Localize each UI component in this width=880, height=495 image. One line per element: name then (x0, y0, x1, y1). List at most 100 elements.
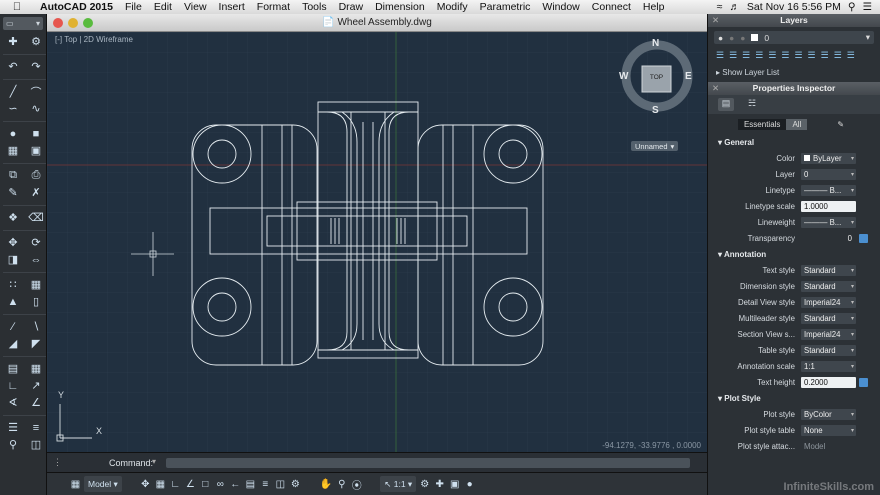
command-line-grip-icon[interactable]: ⋮ (53, 457, 62, 468)
pan-icon[interactable]: ✋ (319, 476, 333, 492)
match-layer-icon[interactable]: ☰ (834, 50, 842, 61)
menu-insert[interactable]: Insert (213, 1, 251, 13)
rotate-icon[interactable]: ⟳ (26, 235, 46, 250)
layer-lock-icon[interactable]: ● (740, 33, 745, 43)
join-icon[interactable]: ∖ (26, 319, 46, 334)
plot-style-dropdown[interactable]: ByColor ▾ (801, 408, 856, 420)
layer-match-icon[interactable]: ≡ (26, 420, 46, 435)
trim-icon[interactable]: ✗ (26, 185, 46, 200)
off-layer-icon[interactable]: ☰ (794, 50, 802, 61)
volume-icon[interactable]: ♬ (729, 1, 740, 13)
match-properties-icon[interactable]: ✎ (3, 185, 23, 200)
menu-view[interactable]: View (178, 1, 213, 13)
move-icon[interactable]: ✥ (3, 235, 23, 250)
polyline-icon[interactable]: ∽ (3, 101, 23, 116)
viewport-menu-icon[interactable]: [-] (55, 35, 62, 44)
grid-display-icon[interactable]: ▦ (154, 476, 167, 492)
linetype-scale-input[interactable]: 1.0000 (801, 200, 856, 212)
compass-east[interactable]: E (685, 71, 692, 82)
previous-layer-icon[interactable]: ☰ (847, 50, 855, 61)
ortho-icon[interactable]: ∟ (169, 476, 182, 492)
color-dropdown[interactable]: ByLayer ▾ (801, 152, 856, 164)
rectangle-icon[interactable]: ■ (26, 126, 46, 141)
undo-icon[interactable]: ↶ (3, 59, 23, 74)
quick-select-icon[interactable]: ✎ (831, 119, 850, 130)
toolset-dropdown[interactable]: ▭ ▾ (3, 17, 43, 30)
app-menu[interactable]: AutoCAD 2015 (34, 1, 119, 13)
menu-connect[interactable]: Connect (586, 1, 637, 13)
menu-tools[interactable]: Tools (296, 1, 333, 13)
layer-dropdown[interactable]: 0 ▾ (801, 168, 856, 180)
angular-dimension-icon[interactable]: ∠ (26, 395, 46, 410)
transparency-icon[interactable]: ◫ (274, 476, 287, 492)
transparency-field[interactable]: 0 (801, 233, 856, 244)
scale-icon[interactable]: ◨ (3, 252, 23, 267)
drawing-canvas[interactable]: [-] Top | 2D Wireframe N S E W TOP Unnam… (47, 32, 707, 452)
text-style-dropdown[interactable]: Standard ▾ (801, 264, 856, 276)
section-plot-style[interactable]: ▾ Plot Style (708, 390, 880, 406)
dimension-style-dropdown[interactable]: Standard ▾ (801, 280, 856, 292)
aligned-dimension-icon[interactable]: ∢ (3, 395, 23, 410)
layout-grid-icon[interactable]: ▦ (69, 476, 82, 492)
compass-south[interactable]: S (652, 105, 659, 116)
fullscreen-icon[interactable]: ▣ (448, 476, 461, 492)
grid-array-icon[interactable]: ▦ (26, 277, 46, 292)
close-icon[interactable]: ✕ (712, 14, 719, 27)
break-icon[interactable]: ∕ (3, 319, 23, 334)
notifications-icon[interactable]: ☰ (863, 1, 872, 13)
lineweight-icon[interactable]: ≡ (259, 476, 272, 492)
menu-draw[interactable]: Draw (333, 1, 370, 13)
section-general[interactable]: ▾ General (708, 134, 880, 150)
text-height-input[interactable]: 0.2000 (801, 376, 856, 388)
fillet-icon[interactable]: ◤ (26, 336, 46, 351)
zoom-icon[interactable]: ⚲ (335, 476, 348, 492)
menu-dimension[interactable]: Dimension (369, 1, 431, 13)
layer-icon[interactable]: ☰ (3, 420, 23, 435)
isolate-layer-icon[interactable]: ☰ (755, 50, 763, 61)
ucs-dropdown[interactable]: Unnamed ▾ (631, 141, 679, 151)
table-icon[interactable]: ▦ (26, 361, 46, 376)
new-layer-icon[interactable]: ☰ (716, 50, 724, 61)
lock-layer-icon[interactable]: ☰ (808, 50, 816, 61)
line-icon[interactable]: ╱ (3, 84, 23, 99)
lineweight-dropdown[interactable]: ——— B... ▾ (801, 216, 856, 228)
section-view-style-dropdown[interactable]: Imperial24 ▾ (801, 328, 856, 340)
layer-on-icon[interactable]: ● (718, 33, 723, 43)
dynamic-input-icon[interactable]: ▤ (244, 476, 257, 492)
viewport-controls[interactable]: [-] Top | 2D Wireframe (55, 35, 133, 44)
unisolate-layer-icon[interactable]: ☰ (768, 50, 776, 61)
region-icon[interactable]: ▣ (26, 143, 46, 158)
text-icon[interactable]: ▤ (3, 361, 23, 376)
layers-tab-icon[interactable]: ☵ (744, 98, 760, 111)
compass-north[interactable]: N (652, 38, 659, 49)
orbit-icon[interactable]: ⦿ (350, 476, 363, 492)
clock[interactable]: Sat Nov 16 5:56 PM (747, 1, 841, 13)
leader-icon[interactable]: ↗ (26, 378, 46, 393)
essentials-button[interactable]: Essentials (737, 119, 787, 130)
command-input[interactable] (166, 458, 690, 468)
query-icon[interactable]: ◫ (26, 437, 46, 452)
multileader-style-dropdown[interactable]: Standard ▾ (801, 312, 856, 324)
erase-icon[interactable]: ⌫ (26, 210, 46, 225)
paste-icon[interactable]: ⎙ (26, 168, 46, 183)
freeze-layer-icon[interactable]: ☰ (781, 50, 789, 61)
stretch-icon[interactable]: ⇔ (26, 252, 46, 267)
annotation-monitor-icon[interactable]: ✚ (433, 476, 446, 492)
text-height-pick-icon[interactable] (859, 377, 868, 387)
properties-tab-icon[interactable]: ▤ (718, 98, 734, 111)
menu-modify[interactable]: Modify (431, 1, 474, 13)
mirror-icon[interactable]: ▲ (3, 294, 23, 309)
current-layer-dropdown[interactable]: ● ● ● 0 ▾ (714, 31, 874, 44)
polar-tracking-icon[interactable]: ∠ (184, 476, 197, 492)
section-annotation[interactable]: ▾ Annotation (708, 246, 880, 262)
apple-menu-icon[interactable]:  (0, 1, 34, 13)
copy-icon[interactable]: ⧉ (3, 168, 23, 183)
workspace-icon[interactable]: ⚙ (418, 476, 431, 492)
unlock-layer-icon[interactable]: ☰ (821, 50, 829, 61)
search-icon[interactable]: ⚲ (848, 1, 856, 13)
dynamic-ucs-icon[interactable]: ← (229, 476, 242, 492)
object-snap-icon[interactable]: □ (199, 476, 212, 492)
view-label[interactable]: Top (64, 35, 77, 44)
transparency-options-icon[interactable] (859, 233, 868, 243)
command-history-icon[interactable]: ▾ (152, 457, 156, 466)
